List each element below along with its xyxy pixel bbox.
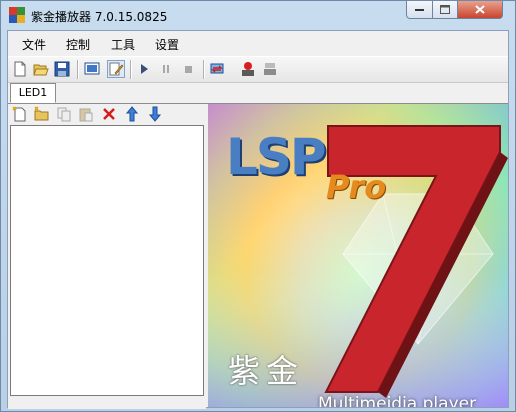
playlist-list[interactable]: [10, 125, 204, 396]
app-window: 紫金播放器 7.0.15.0825 文件 控制 工具 设置 LED1 LSP P…: [0, 0, 516, 412]
list-toolbar: [8, 104, 206, 124]
delete-icon[interactable]: [101, 106, 117, 122]
tagline: Multimeidia player: [318, 394, 477, 407]
menu-settings[interactable]: 设置: [155, 36, 179, 53]
brand-pro: Pro: [326, 168, 387, 206]
close-button[interactable]: [457, 1, 503, 19]
copy-icon[interactable]: [56, 106, 72, 122]
client-area: 文件 控制 工具 设置 LED1 LSP Pro 紫金 Multimeidia …: [7, 30, 509, 409]
app-logo-icon: [9, 7, 25, 23]
close-icon: [475, 5, 485, 14]
pause-icon[interactable]: [158, 61, 174, 77]
tab-led1[interactable]: LED1: [10, 83, 56, 103]
brand-lsp: LSP: [226, 128, 327, 186]
minimize-icon: [415, 8, 424, 11]
play-icon[interactable]: [136, 61, 152, 77]
move-down-icon[interactable]: [147, 106, 163, 122]
window-title: 紫金播放器 7.0.15.0825: [31, 10, 168, 24]
paste-icon[interactable]: [78, 106, 94, 122]
sync-icon[interactable]: [209, 61, 225, 77]
new-folder-icon[interactable]: [34, 106, 50, 122]
menu-control[interactable]: 控制: [66, 36, 90, 53]
toolbar-separator: [130, 60, 132, 79]
menu-bar: 文件 控制 工具 设置: [8, 31, 508, 55]
menu-tools[interactable]: 工具: [111, 36, 135, 53]
menu-file[interactable]: 文件: [22, 36, 46, 53]
move-up-icon[interactable]: [124, 106, 140, 122]
title-bar[interactable]: 紫金播放器 7.0.15.0825: [1, 1, 515, 29]
stop-icon[interactable]: [180, 61, 196, 77]
display-window-icon[interactable]: [84, 61, 100, 77]
minimize-button[interactable]: [406, 1, 433, 19]
open-folder-icon[interactable]: [33, 61, 49, 77]
main-toolbar: [8, 56, 508, 83]
toolbar-separator: [77, 60, 79, 79]
record-icon[interactable]: [240, 61, 256, 77]
playlist-panel: [8, 104, 206, 409]
brand-logo-chars: 紫金: [228, 352, 305, 390]
tab-strip: LED1: [8, 83, 508, 104]
edit-icon[interactable]: [107, 60, 125, 78]
maximize-button[interactable]: [432, 1, 458, 19]
new-file-icon[interactable]: [12, 61, 28, 77]
transmit-icon[interactable]: [262, 61, 278, 77]
splash-banner: LSP Pro 紫金 Multimeidia player: [208, 104, 508, 407]
save-icon[interactable]: [54, 61, 70, 77]
toolbar-separator: [203, 60, 205, 79]
maximize-icon: [440, 5, 450, 14]
new-item-icon[interactable]: [12, 106, 28, 122]
